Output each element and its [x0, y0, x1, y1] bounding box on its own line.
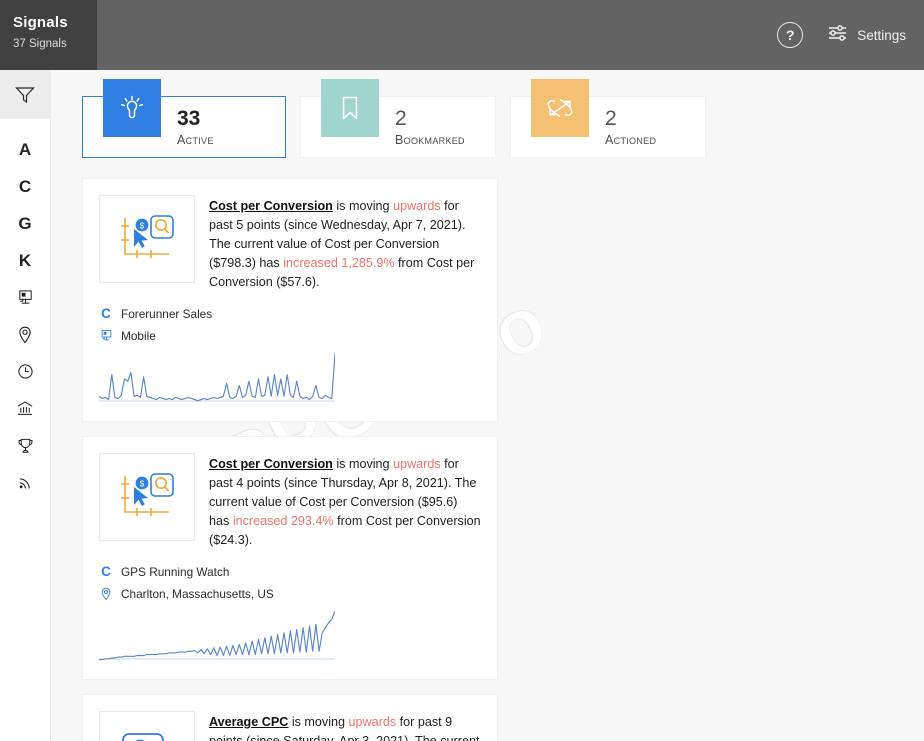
sidebar-item-a[interactable]: A: [0, 131, 51, 168]
signal-metric-link[interactable]: Cost per Conversion: [209, 457, 333, 471]
lightbulb-icon: [103, 79, 161, 137]
sidebar-item-device[interactable]: [0, 279, 51, 316]
signal-card[interactable]: $ Cost per Conversion is moving upwards …: [82, 178, 498, 422]
signal-meta-row: Mobile: [99, 328, 481, 343]
header-toolbar: ? Settings: [97, 0, 924, 70]
signal-meta-text: Charlton, Massachusetts, US: [121, 586, 274, 601]
signal-description: Cost per Conversion is moving upwards fo…: [209, 195, 481, 292]
sidebar-letter-g: G: [18, 213, 32, 233]
actioned-label: Actioned: [605, 132, 657, 147]
signal-card[interactable]: $ Cost per Conversion is moving upwards …: [82, 436, 498, 680]
sidebar-item-g[interactable]: G: [0, 205, 51, 242]
location-pin-icon: [99, 587, 113, 601]
settings-label: Settings: [857, 27, 906, 43]
active-count: 33: [177, 106, 201, 130]
signal-card-grid: $ Cost per Conversion is moving upwards …: [51, 158, 924, 741]
signal-description: Average CPC is moving upwards for past 9…: [209, 711, 481, 741]
signals-app: Signals 37 Signals ? Settings A C G K 33…: [0, 0, 924, 741]
page-title: Signals: [13, 14, 68, 31]
active-label: Active: [177, 132, 214, 147]
actioned-count: 2: [605, 106, 617, 130]
signal-card-top: $ Cost per Conversion is moving upwards …: [99, 453, 481, 550]
sliders-icon: [827, 24, 848, 47]
signal-card[interactable]: Average CPC is moving upwards for past 9…: [82, 694, 498, 741]
bookmark-icon: [321, 79, 379, 137]
actioned-icon: [531, 79, 589, 137]
device-icon: [99, 329, 113, 342]
main-content: PPCexpo 33 Active: [51, 70, 924, 741]
signal-meta-text: Mobile: [121, 328, 156, 343]
status-card-actioned[interactable]: 2 Actioned: [510, 79, 706, 158]
signal-text-part: increased 1,285.9%: [283, 256, 395, 270]
signal-metric-link[interactable]: Cost per Conversion: [209, 199, 333, 213]
status-filter-row: 33 Active 2 Bookmarked 2 Actioned: [51, 70, 924, 158]
svg-text:$: $: [140, 222, 145, 231]
sidebar-letter-a: A: [18, 139, 32, 159]
filter-icon[interactable]: [0, 70, 51, 119]
sidebar-item-chart[interactable]: [0, 390, 51, 427]
status-card-active[interactable]: 33 Active: [82, 79, 286, 158]
bookmarked-count: 2: [395, 106, 407, 130]
signal-description: Cost per Conversion is moving upwards fo…: [209, 453, 481, 550]
signal-text-part: is moving: [332, 457, 394, 471]
signal-meta-text: GPS Running Watch: [121, 564, 230, 579]
search-cursor-icon[interactable]: [99, 711, 195, 741]
status-card-actioned-text: 2 Actioned: [605, 106, 657, 147]
campaign-letter-c: C: [101, 564, 111, 579]
signals-count: 37 Signals: [13, 38, 67, 50]
signal-text-part: upwards: [393, 199, 441, 213]
sidebar-letter-k: K: [18, 250, 32, 270]
status-card-bookmarked[interactable]: 2 Bookmarked: [300, 79, 496, 158]
signal-meta-row: C GPS Running Watch: [99, 564, 481, 579]
settings-button[interactable]: Settings: [827, 24, 906, 47]
sidebar-item-location[interactable]: [0, 316, 51, 353]
campaign-letter-c: C: [101, 306, 111, 321]
sidebar-letter-c: C: [18, 176, 32, 196]
signal-meta: C GPS Running Watch Charlton, Massachuse…: [99, 564, 481, 601]
help-icon[interactable]: ?: [777, 22, 804, 48]
signal-card-top: Average CPC is moving upwards for past 9…: [99, 711, 481, 741]
cost-search-chart-icon[interactable]: $: [99, 453, 195, 541]
sidebar-item-k[interactable]: K: [0, 242, 51, 279]
signal-text-part: increased 293.4%: [232, 514, 334, 528]
sidebar-item-trophy[interactable]: [0, 427, 51, 464]
sidebar-item-signal[interactable]: [0, 464, 51, 501]
signal-text-part: is moving: [288, 715, 349, 729]
signal-meta-row: Charlton, Massachusetts, US: [99, 586, 481, 601]
signal-sparkline: [99, 351, 481, 413]
status-card-bookmarked-text: 2 Bookmarked: [395, 106, 465, 147]
cost-search-chart-icon[interactable]: $: [99, 195, 195, 283]
left-sidebar: A C G K: [0, 70, 51, 741]
signal-text-part: upwards: [348, 715, 397, 729]
header-title-block: Signals 37 Signals: [0, 0, 97, 70]
sidebar-item-time[interactable]: [0, 353, 51, 390]
app-header: Signals 37 Signals ? Settings: [0, 0, 924, 70]
signal-text-part: upwards: [393, 457, 441, 471]
sidebar-item-c[interactable]: C: [0, 168, 51, 205]
signal-text-part: is moving: [332, 199, 394, 213]
signal-meta-row: C Forerunner Sales: [99, 306, 481, 321]
signal-meta: C Forerunner Sales Mobile: [99, 306, 481, 343]
status-card-active-text: 33 Active: [177, 106, 214, 147]
svg-text:$: $: [140, 480, 145, 489]
signal-meta-text: Forerunner Sales: [121, 306, 213, 321]
signal-card-top: $ Cost per Conversion is moving upwards …: [99, 195, 481, 292]
bookmarked-label: Bookmarked: [395, 132, 465, 147]
signal-sparkline: [99, 609, 481, 671]
signal-metric-link[interactable]: Average CPC: [209, 715, 288, 729]
